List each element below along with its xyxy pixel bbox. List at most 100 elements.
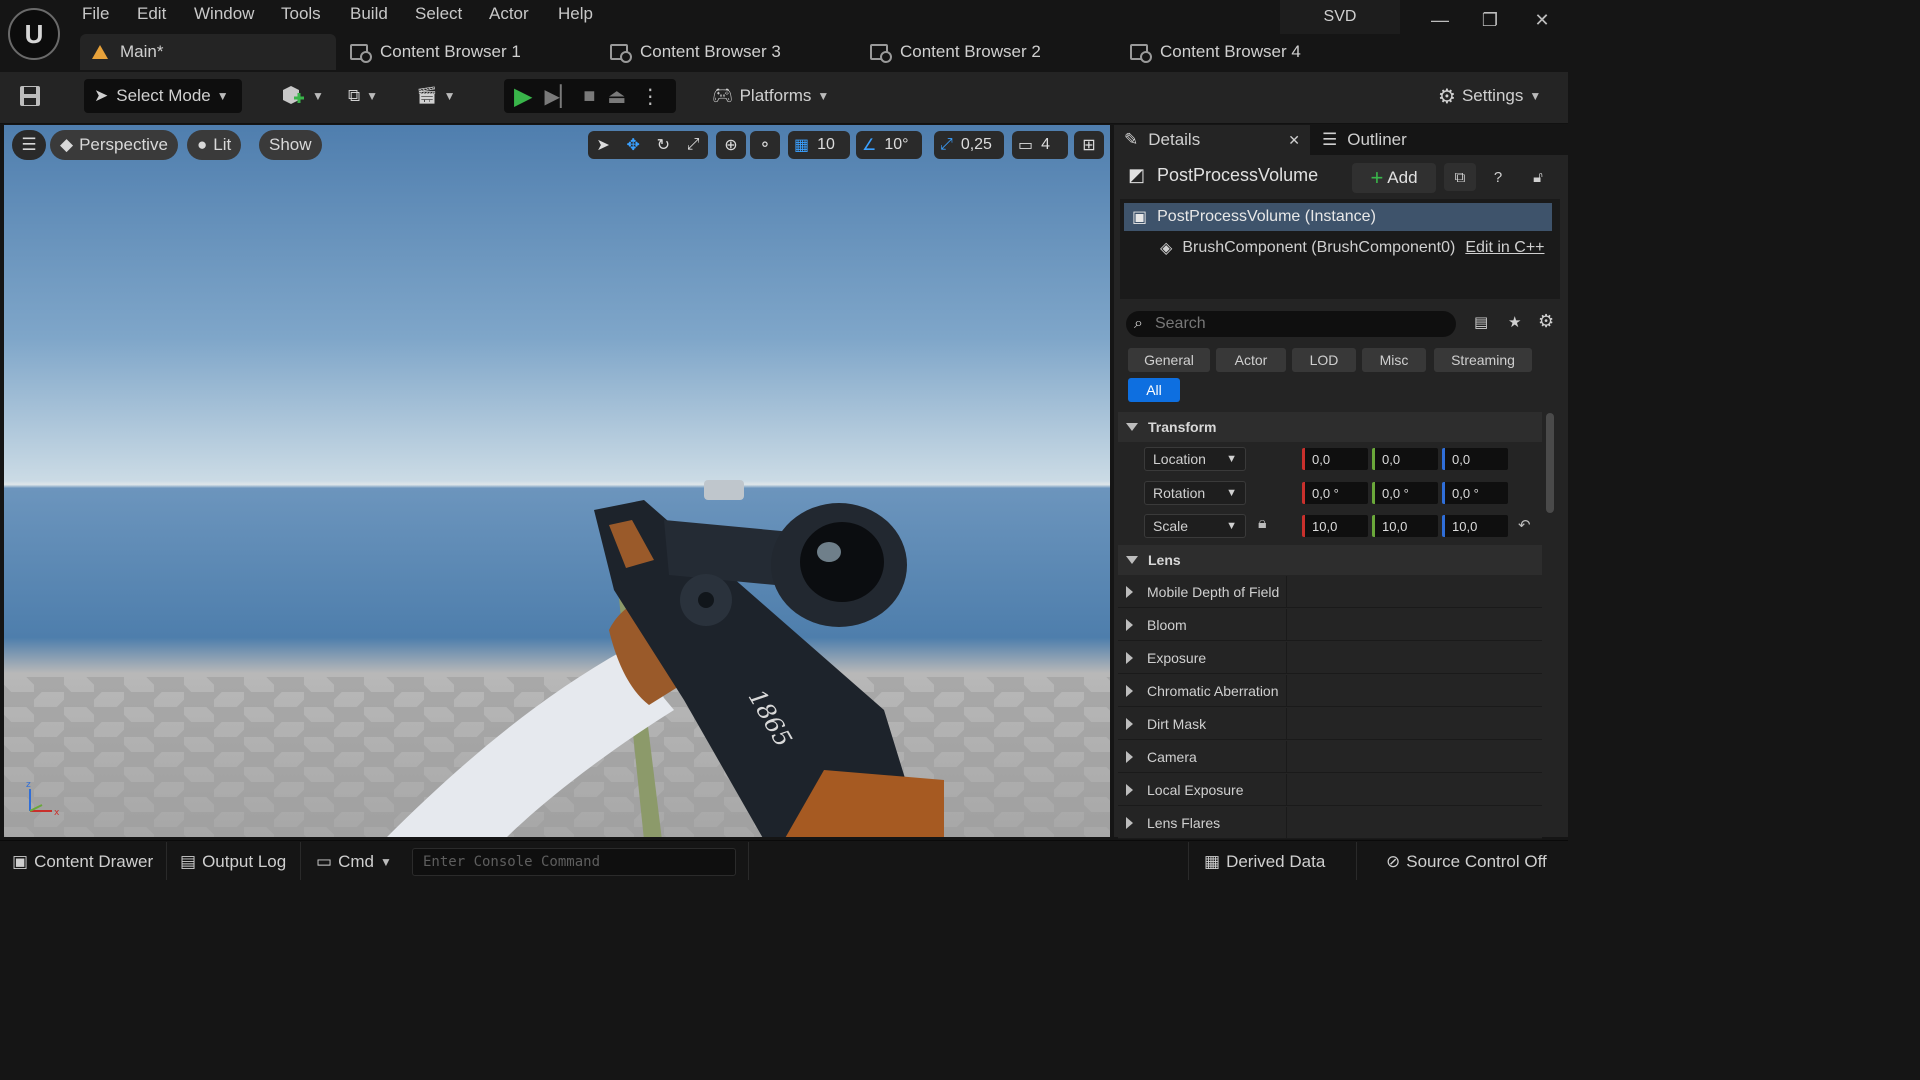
location-z-field[interactable]: 0,0 xyxy=(1442,448,1508,470)
viewport-menu-icon[interactable]: ☰ xyxy=(12,130,46,160)
reset-to-default-icon[interactable]: ↶ xyxy=(1518,516,1531,534)
platforms-dropdown[interactable]: 🎮︎ Platforms ▼ xyxy=(712,79,829,113)
menu-build[interactable]: Build xyxy=(350,4,388,26)
blueprint-icon: ⧉ xyxy=(348,86,361,105)
add-component-button[interactable]: + Add xyxy=(1352,163,1436,193)
scale-snap-value: 0,25 xyxy=(960,136,992,153)
location-dropdown[interactable]: Location ▼ xyxy=(1144,447,1246,471)
lens-item-row[interactable]: Bloom xyxy=(1118,609,1542,641)
rotate-tool-icon[interactable]: ↻ xyxy=(657,135,670,155)
source-control-button[interactable]: ⊘ Source Control Off xyxy=(1386,850,1547,874)
cinematics-button[interactable]: 🎬︎ ▼ xyxy=(416,79,455,113)
close-icon[interactable]: ✕ xyxy=(1522,6,1562,34)
scale-dropdown[interactable]: Scale ▼ xyxy=(1144,514,1246,538)
unreal-logo-icon[interactable]: U xyxy=(8,8,60,60)
menu-edit[interactable]: Edit xyxy=(137,4,166,26)
blueprint-convert-icon[interactable]: ⧉ xyxy=(1444,163,1476,191)
camera-speed-button[interactable]: ▭ 4 xyxy=(1012,131,1068,159)
blueprint-button[interactable]: ⧉ ▼ xyxy=(348,79,378,113)
tab-content-browser-1[interactable]: Content Browser 1 xyxy=(350,34,521,70)
table-view-icon[interactable]: ▤ xyxy=(1474,313,1488,331)
menu-tools[interactable]: Tools xyxy=(281,4,321,26)
component-root-row[interactable]: ▣ PostProcessVolume (Instance) xyxy=(1124,203,1552,231)
tab-details[interactable]: ✎ Details ✕ xyxy=(1114,125,1310,155)
world-space-icon[interactable]: ⊕ xyxy=(716,131,746,159)
filter-actor[interactable]: Actor xyxy=(1216,348,1286,372)
rotation-z-field[interactable]: 0,0 ° xyxy=(1442,482,1508,504)
play-icon[interactable]: ▶ xyxy=(514,82,532,111)
edit-in-cpp-link[interactable]: Edit in C++ xyxy=(1465,239,1544,257)
filter-lod[interactable]: LOD xyxy=(1292,348,1356,372)
menu-help[interactable]: Help xyxy=(558,4,593,26)
scale-x-field[interactable]: 10,0 xyxy=(1302,515,1368,537)
lens-item-row[interactable]: Mobile Depth of Field xyxy=(1118,576,1542,608)
menu-window[interactable]: Window xyxy=(194,4,254,26)
tab-content-browser-4[interactable]: Content Browser 4 xyxy=(1130,34,1301,70)
details-scrollbar[interactable] xyxy=(1546,413,1554,513)
lens-item-row[interactable]: Dirt Mask xyxy=(1118,708,1542,740)
select-tool-icon[interactable]: ➤ xyxy=(596,135,609,155)
output-log-button[interactable]: ▤ Output Log xyxy=(180,850,286,874)
filter-misc[interactable]: Misc xyxy=(1362,348,1426,372)
more-options-icon[interactable]: ⋮ xyxy=(640,84,660,109)
settings-dropdown[interactable]: ⚙ Settings ▼ xyxy=(1438,79,1541,113)
scale-tool-icon[interactable]: ⤢ xyxy=(687,136,700,154)
lens-item-row[interactable]: Exposure xyxy=(1118,642,1542,674)
component-child-row[interactable]: ◈ BrushComponent (BrushComponent0) Edit … xyxy=(1160,235,1560,261)
advance-frame-icon[interactable]: ▶▏ xyxy=(544,84,575,109)
grid-snap-button[interactable]: ▦ 10 xyxy=(788,131,850,159)
content-drawer-button[interactable]: ▣ Content Drawer xyxy=(12,850,153,874)
details-search-input[interactable]: ⌕ Search xyxy=(1126,311,1456,337)
tab-outliner[interactable]: ☰ Outliner xyxy=(1314,125,1464,155)
favorite-star-icon[interactable]: ★ xyxy=(1508,313,1521,331)
filter-all[interactable]: All xyxy=(1128,378,1180,402)
help-icon[interactable]: ? xyxy=(1482,163,1514,191)
minimize-icon[interactable]: — xyxy=(1420,6,1460,34)
lens-item-row[interactable]: Local Exposure xyxy=(1118,774,1542,806)
scale-y-field[interactable]: 10,0 xyxy=(1372,515,1438,537)
location-y-field[interactable]: 0,0 xyxy=(1372,448,1438,470)
restore-icon[interactable]: ❐ xyxy=(1470,6,1510,34)
eject-icon[interactable]: ⏏ xyxy=(607,84,626,109)
scale-snap-button[interactable]: ⤢ 0,25 xyxy=(934,131,1004,159)
tab-main[interactable]: Main* xyxy=(80,34,336,70)
add-actor-button[interactable]: ▼ xyxy=(280,79,324,113)
rotation-dropdown[interactable]: Rotation ▼ xyxy=(1144,481,1246,505)
menu-actor[interactable]: Actor xyxy=(489,4,529,26)
collapse-arrow-icon xyxy=(1126,717,1133,730)
menu-select[interactable]: Select xyxy=(415,4,462,26)
close-tab-icon[interactable]: ✕ xyxy=(1288,132,1300,149)
filter-streaming[interactable]: Streaming xyxy=(1434,348,1532,372)
filter-general[interactable]: General xyxy=(1128,348,1210,372)
transform-section-header[interactable]: Transform xyxy=(1118,412,1542,442)
surface-snap-icon[interactable]: ⚬ xyxy=(750,131,780,159)
gear-icon[interactable]: ⚙ xyxy=(1538,311,1554,332)
show-button[interactable]: Show xyxy=(259,130,322,160)
select-mode-dropdown[interactable]: ➤ Select Mode ▼ xyxy=(84,79,242,113)
scale-z-field[interactable]: 10,0 xyxy=(1442,515,1508,537)
tab-content-browser-2[interactable]: Content Browser 2 xyxy=(870,34,1041,70)
chevron-down-icon: ▼ xyxy=(1529,89,1542,103)
location-x-field[interactable]: 0,0 xyxy=(1302,448,1368,470)
lens-item-row[interactable]: Camera xyxy=(1118,741,1542,773)
lens-section-header[interactable]: Lens xyxy=(1118,545,1542,575)
view-mode-button[interactable]: ● Lit xyxy=(187,130,242,160)
menu-file[interactable]: File xyxy=(82,4,109,26)
stop-icon[interactable]: ■ xyxy=(583,85,595,108)
scale-lock-icon[interactable]: 🔒︎ xyxy=(1258,515,1267,533)
rotation-snap-button[interactable]: ∠ 10° xyxy=(856,131,922,159)
console-input[interactable]: Enter Console Command xyxy=(412,848,736,876)
save-icon[interactable] xyxy=(18,79,46,113)
derived-data-button[interactable]: ▦ Derived Data xyxy=(1204,850,1325,874)
lens-item-row[interactable]: Chromatic Aberration xyxy=(1118,675,1542,707)
level-viewport[interactable]: ☰ ◆ Perspective ● Lit Show ➤ ✥ ↻ ⤢ ⊕ ⚬ ▦… xyxy=(4,125,1110,837)
perspective-button[interactable]: ◆ Perspective xyxy=(50,130,178,160)
cmd-dropdown[interactable]: ▭ Cmd ▼ xyxy=(316,850,392,874)
lock-icon[interactable]: 🔓︎ xyxy=(1522,163,1554,191)
rotation-x-field[interactable]: 0,0 ° xyxy=(1302,482,1368,504)
lens-item-row[interactable]: Lens Flares xyxy=(1118,807,1542,839)
tab-content-browser-3[interactable]: Content Browser 3 xyxy=(610,34,781,70)
layout-icon[interactable]: ⊞ xyxy=(1074,131,1104,159)
rotation-y-field[interactable]: 0,0 ° xyxy=(1372,482,1438,504)
translate-tool-icon[interactable]: ✥ xyxy=(627,135,640,155)
